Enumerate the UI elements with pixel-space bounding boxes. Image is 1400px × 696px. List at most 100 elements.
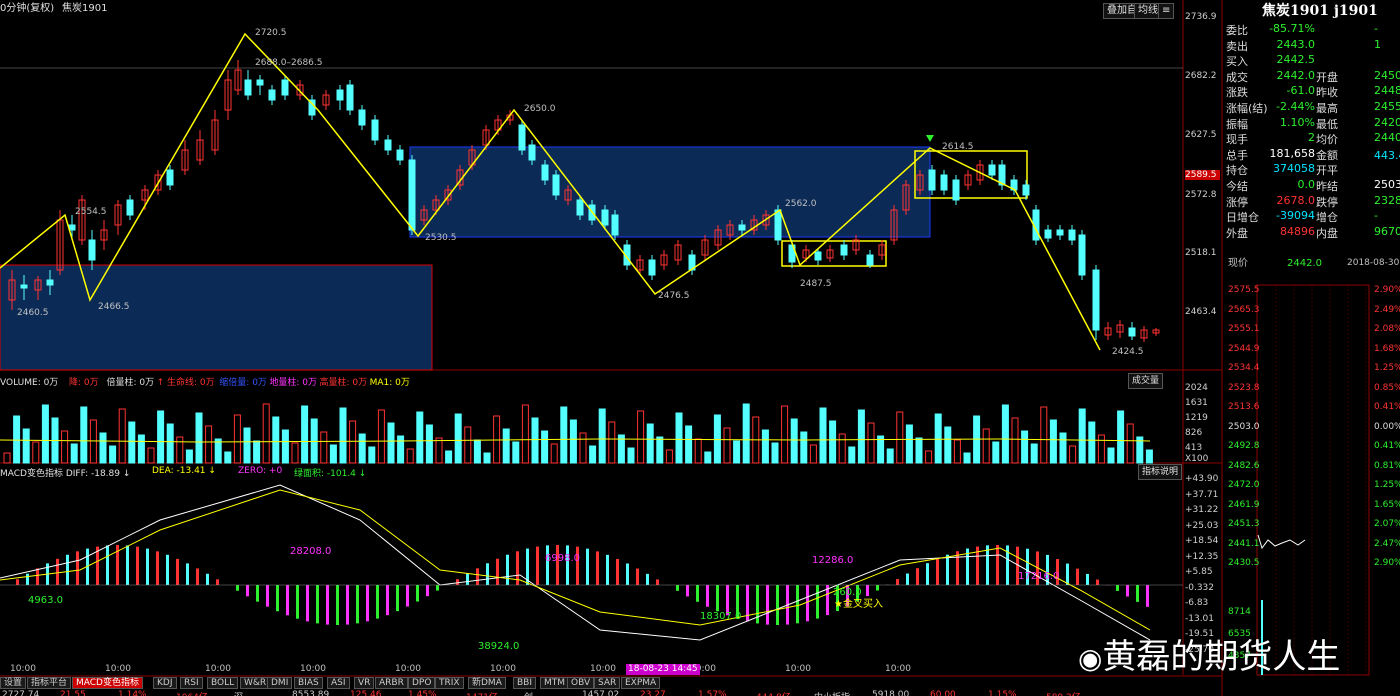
mini-right-axis-label: 0.81% [1374, 460, 1400, 471]
quote-value: 2440 [1374, 131, 1400, 145]
tab-6[interactable]: W&R [240, 677, 271, 689]
tab-16[interactable]: MTM [540, 677, 570, 689]
volume-bar [416, 411, 424, 464]
macd-histogram-bar [676, 585, 679, 591]
price-annotation: 2460.5 [17, 308, 49, 318]
price-annotation: 2562.0 [785, 199, 817, 209]
macd-histogram-bar [766, 585, 769, 625]
volume-bar [329, 444, 337, 464]
tab-2[interactable]: MACD变色指标 [72, 677, 143, 689]
volume-bar [301, 405, 309, 464]
volume-legend-item: 缩倍量: 0万 [219, 378, 267, 388]
tab-11[interactable]: ARBR [375, 677, 408, 689]
macd-histogram-bar [126, 545, 129, 585]
volume-bar [445, 450, 453, 464]
quote-value: 2678.0 [1276, 193, 1316, 207]
macd-histogram-bar [996, 545, 999, 585]
quote-row: 委比 -85.71% - [1226, 22, 1400, 37]
price-axis-label: 2518.1 [1185, 248, 1217, 258]
indicator-help-button[interactable]: 指标说明 [1138, 464, 1183, 480]
volume-bar [781, 405, 789, 464]
tab-9[interactable]: ASI [327, 677, 350, 689]
volume-bar [953, 439, 961, 464]
candle-body [20, 284, 28, 289]
price-axis-label: 2682.2 [1185, 71, 1217, 81]
volume-bar [857, 409, 865, 464]
volume-bar [320, 431, 328, 464]
mini-right-axis-label: 0.85% [1374, 382, 1400, 393]
mini-left-axis-label: 2503.0 [1228, 421, 1260, 432]
current-date: 2018-08-30,周 [1347, 258, 1400, 268]
candle-body [774, 209, 782, 241]
macd-histogram-bar [806, 585, 809, 622]
quote-row: 今结 0.0 昨结 2503 [1226, 178, 1400, 193]
macd-histogram-bar [1076, 568, 1079, 585]
macd-histogram-bar [716, 585, 719, 612]
tab-0[interactable]: 设置 [0, 677, 27, 689]
quote-value: 84896 [1280, 224, 1315, 238]
volume-bar [742, 403, 750, 464]
tab-18[interactable]: SAR [594, 677, 621, 689]
volume-axis-label: 1631 [1185, 398, 1208, 408]
price-axis-label: 2627.5 [1185, 130, 1217, 140]
volume-bar [387, 422, 395, 464]
volume-bar [406, 448, 414, 464]
macd-histogram-bar [596, 551, 599, 585]
volume-bar [493, 415, 501, 464]
tab-1[interactable]: 指标平台 [27, 677, 72, 689]
candle-body [408, 159, 416, 231]
candle-body [166, 169, 174, 186]
price-axis-label: 2736.9 [1185, 12, 1217, 22]
mini-left-axis-label: 2534.4 [1228, 363, 1260, 373]
status-value: 1.15% [988, 690, 1017, 696]
volume-bar [1021, 430, 1029, 464]
volume-bar [1117, 410, 1125, 464]
tab-19[interactable]: EXPMA [621, 677, 661, 689]
volume-bar [713, 414, 721, 464]
macd-area-label: 12286.0 [812, 555, 854, 566]
menu-button[interactable]: ≡ [1158, 3, 1175, 19]
macd-histogram-bar [1096, 579, 1099, 585]
tab-4[interactable]: RSI [180, 677, 203, 689]
volume-button[interactable]: 成交量 [1128, 373, 1164, 389]
volume-bar [176, 436, 184, 464]
candle-body [1128, 327, 1136, 337]
volume-bar [13, 415, 21, 464]
weibo-icon: ◉ [1078, 642, 1103, 675]
macd-histogram-bar [696, 585, 699, 602]
tab-14[interactable]: 新DMA [468, 677, 506, 689]
quote-label: 开盘 [1316, 70, 1338, 84]
volume-bar [272, 416, 280, 464]
tab-5[interactable]: BOLL [207, 677, 239, 689]
candle-body [1056, 229, 1064, 236]
mini-left-axis-label: 2461.9 [1228, 499, 1260, 510]
candle-body [46, 279, 54, 286]
tab-15[interactable]: BBI [513, 677, 537, 689]
tab-17[interactable]: OBV [567, 677, 595, 689]
tab-8[interactable]: BIAS [294, 677, 323, 689]
macd-area-label: 28208.0 [290, 546, 332, 557]
tab-10[interactable]: VR [354, 677, 375, 689]
tab-7[interactable]: DMI [267, 677, 293, 689]
mini-right-axis-label: 2.90% [1374, 285, 1400, 295]
tab-13[interactable]: TRIX [435, 677, 464, 689]
volume-bar [905, 424, 913, 464]
volume-bar [589, 445, 597, 464]
macd-histogram-bar [396, 585, 399, 612]
volume-bar [1107, 447, 1115, 464]
macd-axis-label: -0.332 [1185, 582, 1215, 593]
macd-axis-label: +25.03 [1185, 520, 1219, 531]
price-annotation: 2466.5 [98, 302, 130, 312]
macd-histogram-bar [346, 585, 349, 625]
macd-histogram-bar [586, 548, 589, 585]
candle-body [611, 214, 619, 236]
quote-label: 成交 [1226, 70, 1248, 84]
mini-left-axis-label: 8714 [1228, 607, 1251, 617]
quote-row: 涨幅(结) -2.44% 最高 2455 [1226, 100, 1400, 115]
macd-histogram-bar [866, 585, 869, 597]
volume-bar [1040, 406, 1048, 464]
current-price-value: 2442.0 [1287, 258, 1322, 269]
tab-3[interactable]: KDJ [153, 677, 177, 689]
volume-bar [425, 424, 433, 464]
tab-12[interactable]: DPO [408, 677, 436, 689]
